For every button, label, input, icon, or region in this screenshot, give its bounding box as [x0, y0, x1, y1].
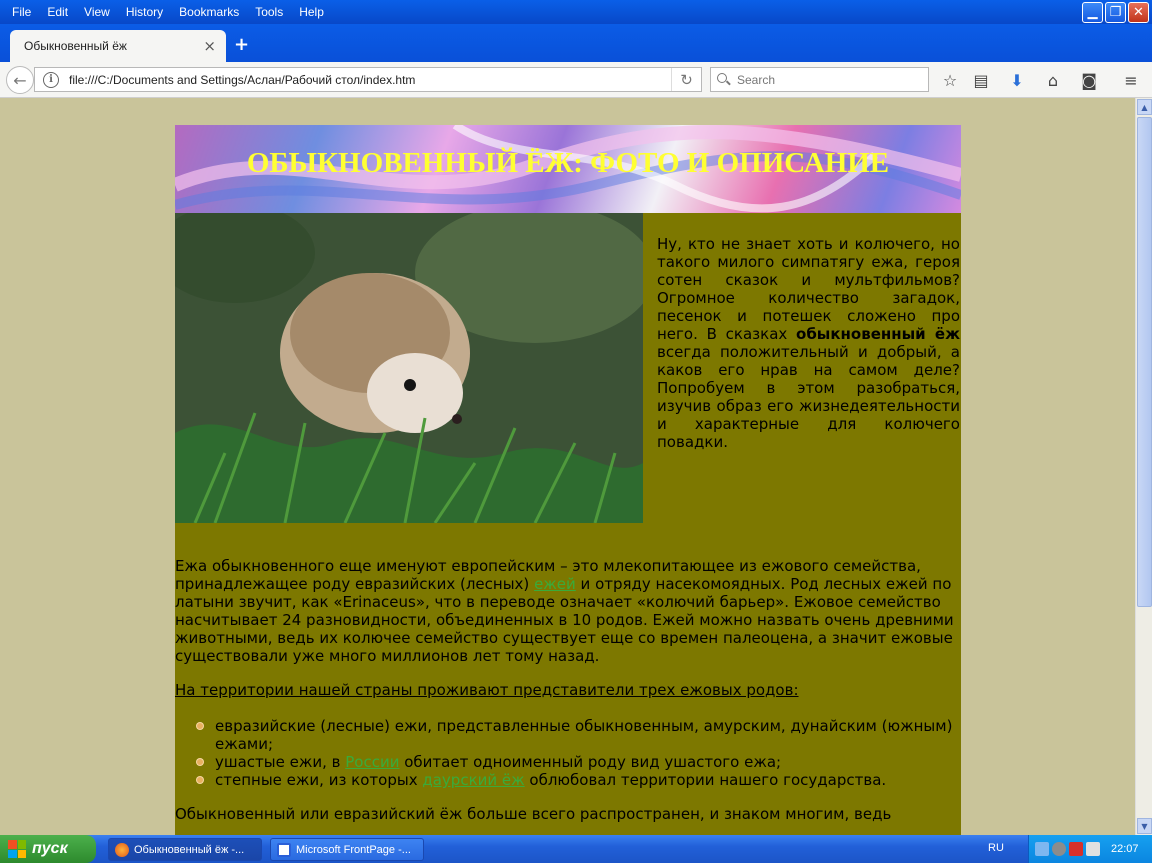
hedgehog-illustration	[175, 213, 643, 523]
minimize-button[interactable]: ▁	[1082, 2, 1103, 23]
tab-active[interactable]: Обыкновенный ёж ×	[10, 30, 226, 62]
tray-app-icon[interactable]	[1086, 842, 1100, 856]
search-bar[interactable]	[710, 67, 929, 92]
network-icon[interactable]	[1035, 842, 1049, 856]
clock: 22:07	[1111, 843, 1139, 855]
back-button[interactable]: ←	[6, 66, 34, 94]
genera-list: евразийские (лесные) ежи, представленные…	[175, 717, 961, 789]
frontpage-icon	[277, 842, 291, 857]
page-viewport: ОБЫКНОВЕННЫЙ ЁЖ: ФОТО И ОПИСАНИЕ Ну, кто…	[0, 98, 1135, 835]
download-icon[interactable]: ⬇	[1007, 70, 1027, 90]
taskbar-item-firefox[interactable]: Обыкновенный ёж -...	[108, 838, 262, 861]
language-indicator[interactable]: RU	[988, 842, 1004, 854]
info-icon[interactable]: i	[43, 71, 59, 88]
menu-file[interactable]: File	[4, 3, 39, 21]
menu-bookmarks[interactable]: Bookmarks	[171, 3, 247, 21]
li1-text: евразийские (лесные) ежи, представленные…	[215, 717, 953, 753]
link-daurskiy[interactable]: даурский ёж	[422, 771, 524, 789]
window-controls: ▁ ❐ ✕	[1082, 2, 1149, 23]
tab-title: Обыкновенный ёж	[24, 39, 127, 53]
menu-history[interactable]: History	[118, 3, 171, 21]
search-icon	[717, 72, 731, 87]
scroll-up-arrow-icon[interactable]: ▲	[1137, 99, 1152, 115]
vertical-scrollbar[interactable]: ▲ ▼	[1135, 98, 1152, 835]
windows-logo-icon	[8, 840, 26, 858]
menu-view[interactable]: View	[76, 3, 118, 21]
li3-text-b: облюбовал территории нашего государства.	[524, 771, 887, 789]
menu-bar: File Edit View History Bookmarks Tools H…	[4, 3, 332, 21]
window-titlebar: File Edit View History Bookmarks Tools H…	[0, 0, 1152, 24]
task-label: Обыкновенный ёж -...	[134, 843, 245, 856]
start-button[interactable]: пуск	[0, 835, 96, 863]
bookmark-star-icon[interactable]: ☆	[940, 70, 960, 90]
menu-tools[interactable]: Tools	[247, 3, 291, 21]
url-text[interactable]: file:///C:/Documents and Settings/Аслан/…	[69, 73, 671, 87]
scroll-down-arrow-icon[interactable]: ▼	[1137, 818, 1152, 834]
menu-help[interactable]: Help	[291, 3, 332, 21]
shield-icon[interactable]	[1069, 842, 1083, 856]
task-label: Microsoft FrontPage -...	[296, 843, 411, 856]
pocket-icon[interactable]: ◙	[1079, 70, 1099, 90]
taskbar: пуск Обыкновенный ёж -... Microsoft Fron…	[0, 835, 1152, 863]
intro-paragraph: Ну, кто не знает хоть и колючего, но так…	[657, 235, 960, 451]
volume-icon[interactable]	[1052, 842, 1066, 856]
url-bar[interactable]: i file:///C:/Documents and Settings/Асла…	[34, 67, 702, 92]
page-title: ОБЫКНОВЕННЫЙ ЁЖ: ФОТО И ОПИСАНИЕ	[246, 147, 890, 179]
list-item: степные ежи, из которых даурский ёж облю…	[197, 771, 961, 789]
system-tray: 22:07	[1028, 835, 1152, 863]
restore-button[interactable]: ❐	[1105, 2, 1126, 23]
tab-close-icon[interactable]: ×	[203, 37, 216, 55]
tab-strip: Обыкновенный ёж × +	[0, 24, 1152, 62]
paragraph-2: Обыкновенный или евразийский ёж больше в…	[175, 805, 892, 823]
li2-text-b: обитает одноименный роду вид ушастого еж…	[399, 753, 782, 771]
home-icon[interactable]: ⌂	[1043, 70, 1063, 90]
menu-edit[interactable]: Edit	[39, 3, 76, 21]
li2-text-a: ушастые ежи, в	[215, 753, 346, 771]
search-input[interactable]	[737, 72, 917, 87]
hedgehog-photo	[175, 213, 643, 523]
bookmarks-list-icon[interactable]: ▤	[971, 70, 991, 90]
nav-toolbar: ← i file:///C:/Documents and Settings/Ас…	[0, 62, 1152, 98]
scrollbar-thumb[interactable]	[1137, 117, 1152, 607]
li3-text-a: степные ежи, из которых	[215, 771, 423, 789]
close-window-button[interactable]: ✕	[1128, 2, 1149, 23]
firefox-icon	[115, 842, 129, 857]
link-rossii[interactable]: России	[345, 753, 399, 771]
intro-text-end: всегда положительный и добрый, а каков е…	[657, 343, 960, 451]
hamburger-menu-icon[interactable]: ≡	[1121, 70, 1141, 90]
page-container: ОБЫКНОВЕННЫЙ ЁЖ: ФОТО И ОПИСАНИЕ Ну, кто…	[175, 125, 961, 835]
list-item: евразийские (лесные) ежи, представленные…	[197, 717, 961, 753]
link-ezhei[interactable]: ежей	[534, 575, 576, 593]
intro-bold-term: обыкновенный ёж	[796, 325, 961, 343]
list-item: ушастые ежи, в России обитает одноименны…	[197, 753, 961, 771]
genera-subheading: На территории нашей страны проживают пре…	[175, 681, 799, 699]
start-label: пуск	[32, 840, 68, 857]
new-tab-button[interactable]: +	[234, 34, 249, 55]
article-body: Ежа обыкновенного еще именуют европейски…	[175, 557, 961, 835]
title-banner: ОБЫКНОВЕННЫЙ ЁЖ: ФОТО И ОПИСАНИЕ	[175, 125, 961, 213]
reload-icon[interactable]: ↻	[671, 68, 701, 91]
taskbar-item-frontpage[interactable]: Microsoft FrontPage -...	[270, 838, 424, 861]
paragraph-1: Ежа обыкновенного еще именуют европейски…	[175, 557, 961, 665]
